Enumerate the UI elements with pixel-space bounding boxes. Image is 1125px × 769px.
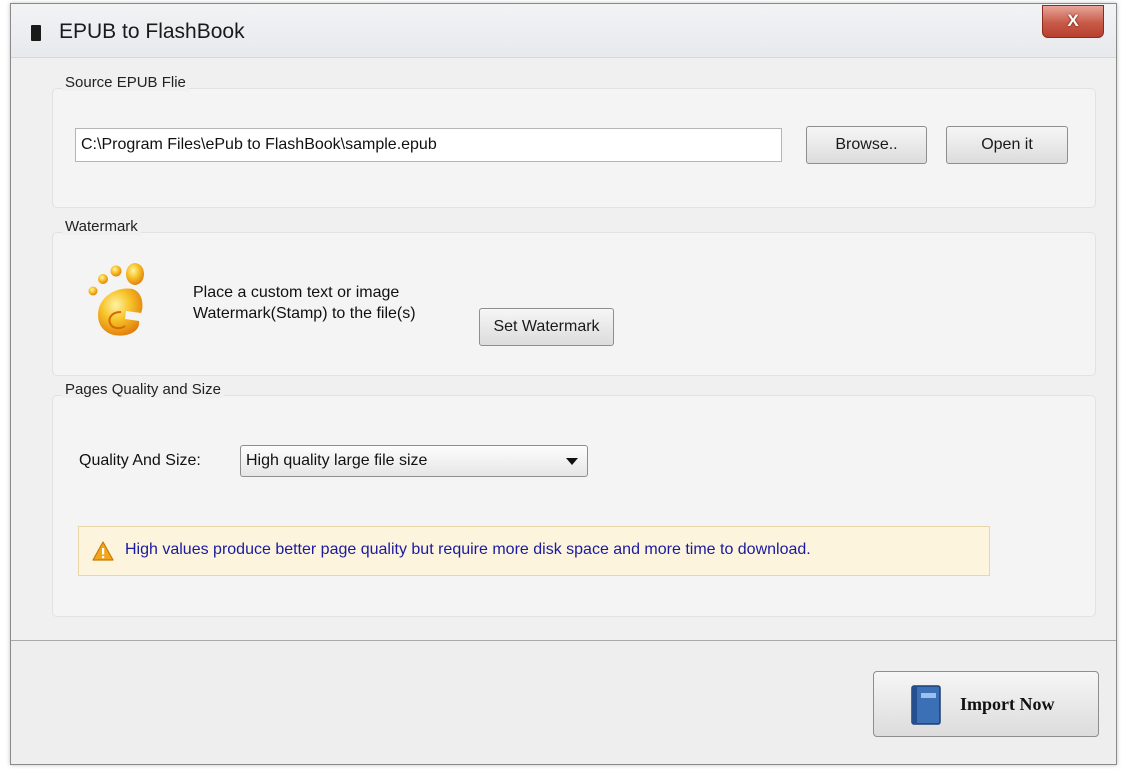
import-now-button[interactable]: Import Now [873,671,1099,737]
dropdown-arrow-icon [566,458,578,465]
import-now-label: Import Now [960,694,1055,714]
quality-group-box [52,395,1096,617]
warning-text: High values produce better page quality … [125,541,811,558]
quality-group: Pages Quality and Size Quality And Size:… [52,381,1096,617]
source-group: Source EPUB Flie Browse.. Open it [52,74,1096,208]
app-icon [31,25,41,41]
quality-label: Quality And Size: [79,452,201,469]
watermark-desc-line1: Place a custom text or image [193,284,400,301]
title-bar: EPUB to FlashBook X [11,4,1116,58]
watermark-group-title: Watermark [62,218,141,235]
browse-button-label: Browse.. [835,136,898,153]
set-watermark-button-label: Set Watermark [493,318,600,335]
book-icon [911,685,941,725]
close-button[interactable]: X [1042,5,1104,38]
watermark-desc-line2: Watermark(Stamp) to the file(s) [193,305,416,322]
footprint-icon [88,263,144,336]
quality-select[interactable]: High quality large file size [240,445,588,477]
quality-selected-value: High quality large file size [246,452,428,469]
window-title: EPUB to FlashBook [59,20,245,43]
app-window: EPUB to FlashBook X Source EPUB Flie Bro… [10,3,1117,765]
open-it-button-label: Open it [981,136,1033,153]
set-watermark-button[interactable]: Set Watermark [479,308,614,346]
warning-box: High values produce better page quality … [78,526,990,576]
browse-button[interactable]: Browse.. [806,126,927,164]
quality-group-title: Pages Quality and Size [62,381,224,398]
footer-bar: Import Now [11,640,1116,764]
watermark-group: Watermark Place a custom text or image W… [52,218,1096,376]
warning-icon [92,541,114,561]
client-area: Source EPUB Flie Browse.. Open it Waterm… [11,58,1116,640]
source-path-input[interactable] [75,128,782,162]
watermark-description: Place a custom text or image Watermark(S… [193,282,416,324]
source-group-title: Source EPUB Flie [62,74,189,91]
open-it-button[interactable]: Open it [946,126,1068,164]
